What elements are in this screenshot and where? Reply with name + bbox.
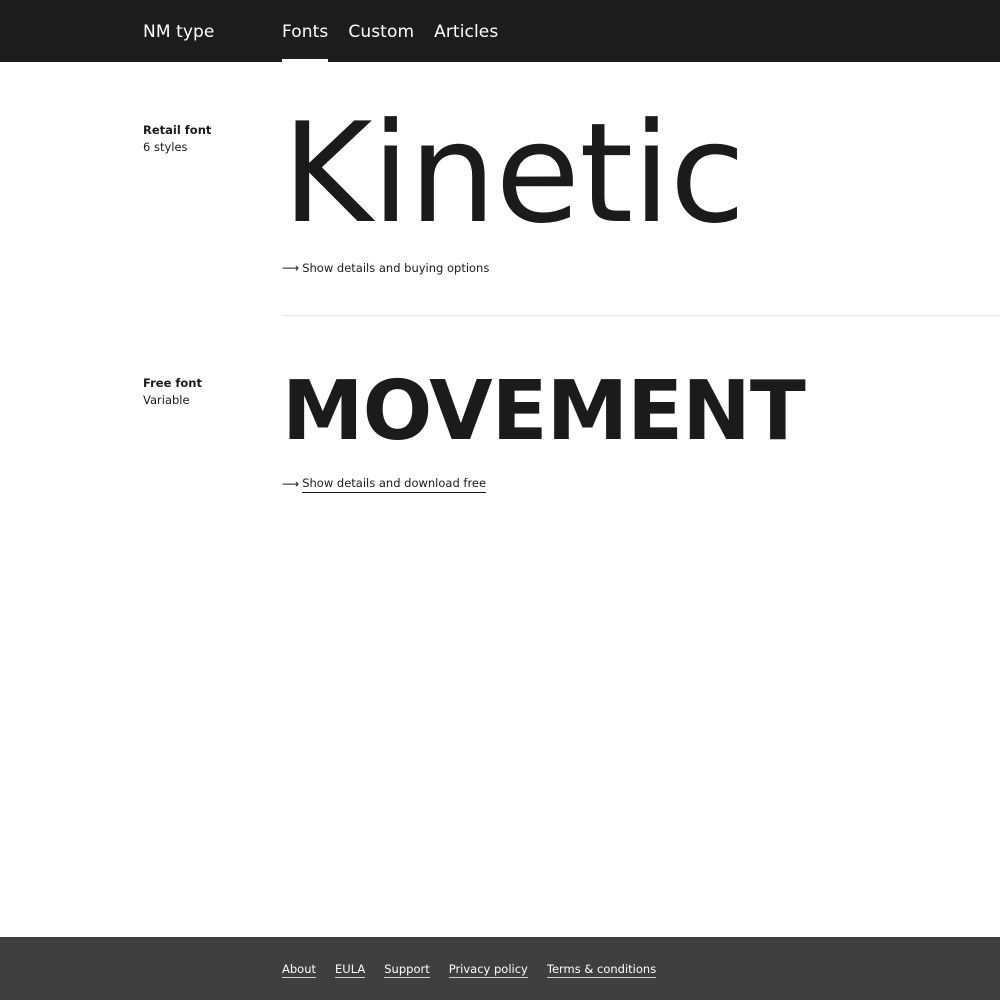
arrow-right-icon: ⟶	[282, 261, 300, 275]
font-specimen-kinetic[interactable]: Kinetic	[282, 94, 746, 254]
footer-link-privacy-policy[interactable]: Privacy policy	[448, 961, 528, 978]
arrow-right-icon: ⟶	[282, 476, 300, 491]
movement-details-label: Show details and download free	[302, 475, 487, 493]
main-nav: Fonts Custom Articles	[282, 0, 518, 62]
font-kind-label: Free font	[143, 376, 202, 390]
movement-details-link[interactable]: ⟶ Show details and download free	[282, 475, 487, 493]
top-navigation-bar: NM type Fonts Custom Articles	[0, 0, 1000, 62]
brand-logo-link[interactable]: NM type	[143, 20, 214, 44]
page-footer: About EULA Support Privacy policy Terms …	[0, 937, 1000, 1000]
footer-link-support[interactable]: Support	[384, 961, 430, 978]
font-styles-count: Variable	[143, 393, 190, 407]
nav-item-articles[interactable]: Articles	[434, 0, 498, 62]
footer-link-eula[interactable]: EULA	[335, 961, 366, 978]
font-specimen-movement[interactable]: MOVEMENT	[282, 362, 806, 462]
nav-item-custom[interactable]: Custom	[348, 0, 414, 62]
kinetic-details-link[interactable]: ⟶ Show details and buying options	[282, 260, 489, 277]
footer-link-terms[interactable]: Terms & conditions	[546, 961, 657, 978]
section-divider	[282, 315, 1000, 316]
font-meta-kinetic: Retail font 6 styles	[143, 122, 211, 156]
footer-link-about[interactable]: About	[282, 961, 317, 978]
font-kind-label: Retail font	[143, 123, 212, 137]
font-meta-movement: Free font Variable	[143, 375, 202, 409]
kinetic-details-label: Show details and buying options	[302, 261, 490, 275]
nav-item-fonts[interactable]: Fonts	[282, 0, 329, 62]
footer-links: About EULA Support Privacy policy Terms …	[282, 961, 675, 978]
font-styles-count: 6 styles	[143, 140, 188, 154]
